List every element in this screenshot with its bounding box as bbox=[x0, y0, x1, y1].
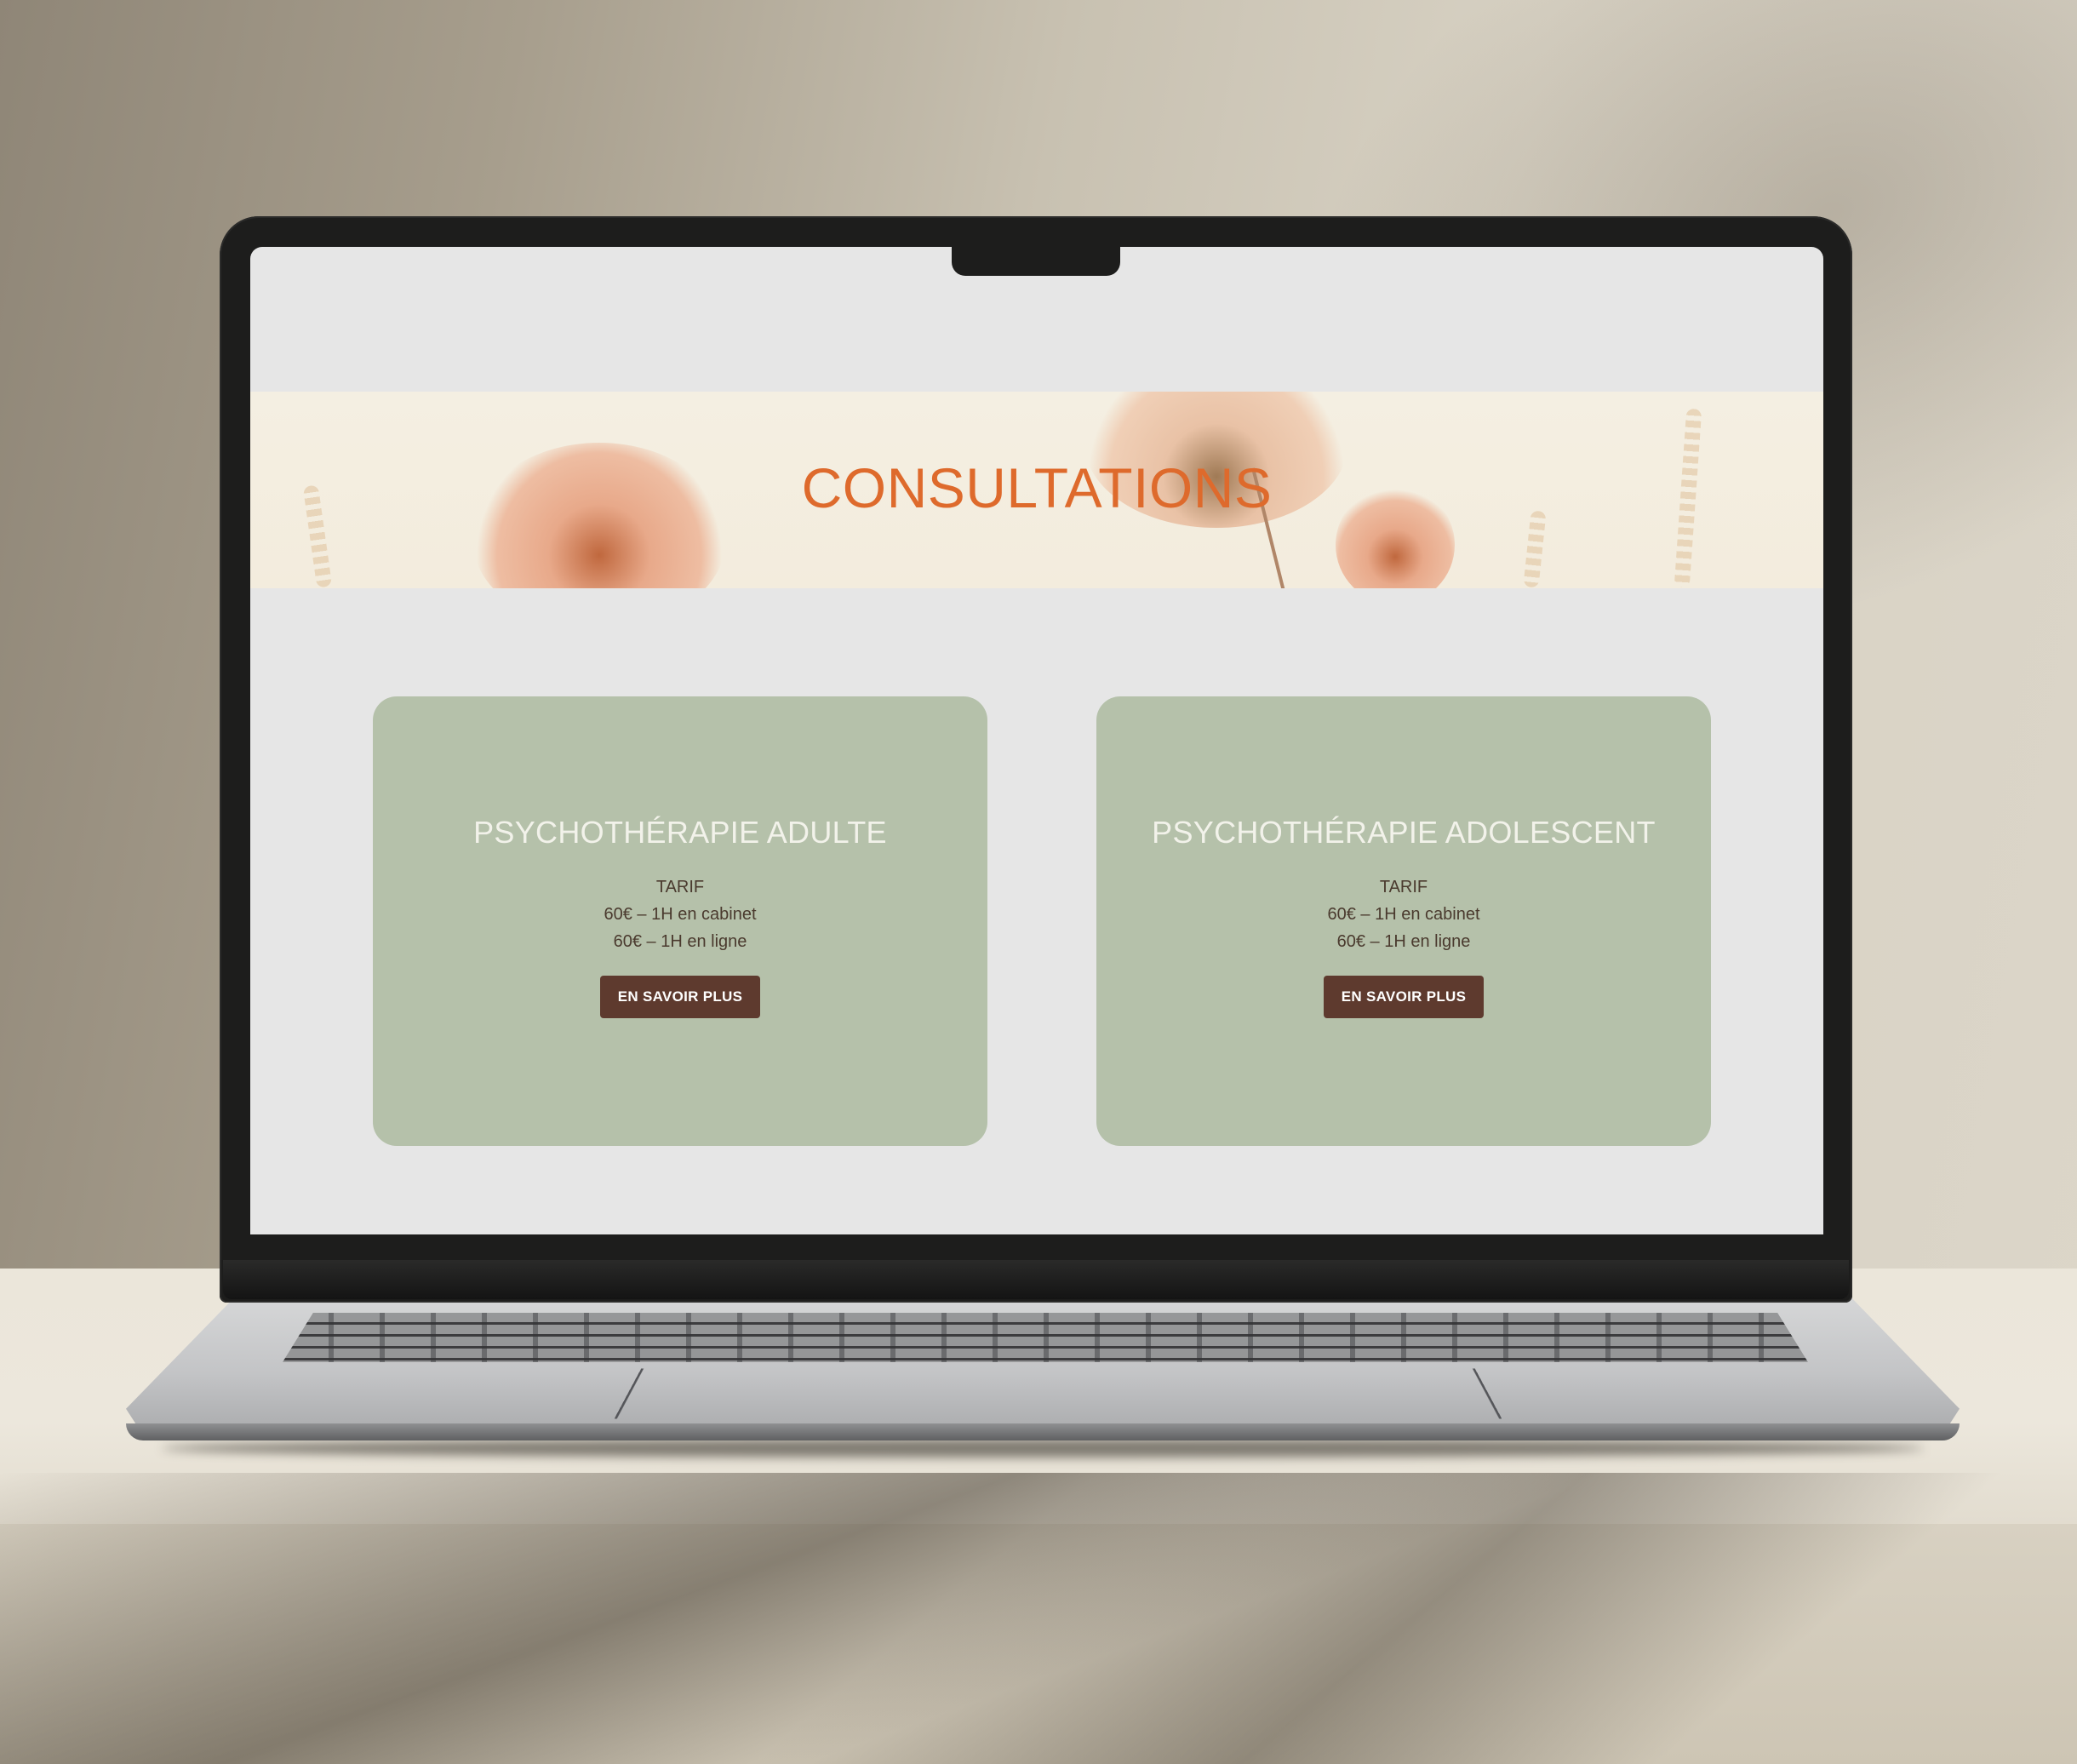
hero-banner: CONSULTATIONS bbox=[250, 392, 1823, 588]
page-title: CONSULTATIONS bbox=[801, 456, 1273, 519]
tarif-label: TARIF bbox=[1379, 878, 1428, 896]
tarif-label: TARIF bbox=[655, 878, 705, 896]
en-savoir-plus-button[interactable]: EN SAVOIR PLUS bbox=[600, 976, 760, 1018]
price-line-online: 60€ – 1H en ligne bbox=[613, 932, 747, 951]
price-line-cabinet: 60€ – 1H en cabinet bbox=[604, 905, 757, 924]
card-title: PSYCHOTHÉRAPIE ADULTE bbox=[473, 815, 887, 850]
price-line-cabinet: 60€ – 1H en cabinet bbox=[1327, 905, 1480, 924]
en-savoir-plus-button[interactable]: EN SAVOIR PLUS bbox=[1324, 976, 1484, 1018]
keyboard-rows bbox=[283, 1313, 1808, 1362]
camera-notch bbox=[952, 247, 1120, 276]
card-psychotherapie-adulte: PSYCHOTHÉRAPIE ADULTE TARIF 60€ – 1H en … bbox=[373, 696, 987, 1146]
laptop-base-edge bbox=[126, 1423, 1960, 1440]
card-psychotherapie-adolescent: PSYCHOTHÉRAPIE ADOLESCENT TARIF 60€ – 1H… bbox=[1096, 696, 1711, 1146]
laptop-shadow bbox=[162, 1439, 1924, 1458]
price-line-online: 60€ – 1H en ligne bbox=[1336, 932, 1471, 951]
card-title: PSYCHOTHÉRAPIE ADOLESCENT bbox=[1152, 815, 1656, 850]
laptop-mockup-scene: CONSULTATIONS PSYCHOTHÉRAPIE ADULTE TARI… bbox=[0, 0, 2077, 1764]
laptop-hinge bbox=[223, 1260, 1849, 1299]
plant-shadow bbox=[0, 1473, 2077, 1764]
trackpad bbox=[614, 1368, 1502, 1419]
laptop-screen: CONSULTATIONS PSYCHOTHÉRAPIE ADULTE TARI… bbox=[250, 247, 1823, 1234]
grass-decoration bbox=[1523, 510, 1547, 588]
